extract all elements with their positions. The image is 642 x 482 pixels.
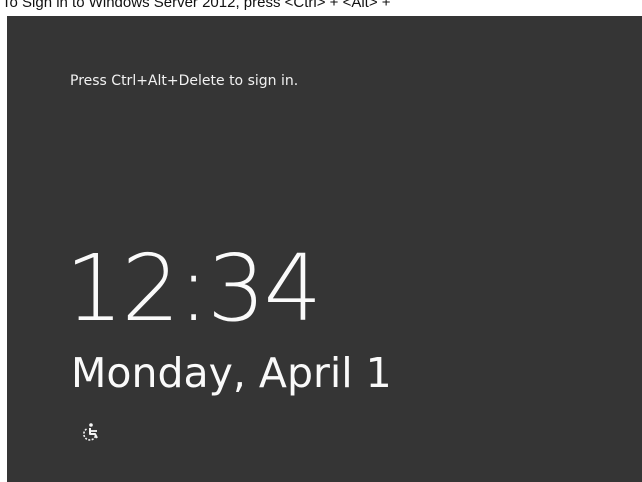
- lock-screen: Press Ctrl+Alt+Delete to sign in. 12:34 …: [7, 16, 642, 482]
- clock-date: Monday, April 1: [71, 349, 392, 397]
- ease-of-access-icon[interactable]: [80, 421, 102, 443]
- caption-text: To Sign in to Windows Server 2012, press…: [2, 0, 391, 11]
- sign-in-prompt: Press Ctrl+Alt+Delete to sign in.: [70, 73, 299, 89]
- clock-time: 12:34: [65, 235, 322, 342]
